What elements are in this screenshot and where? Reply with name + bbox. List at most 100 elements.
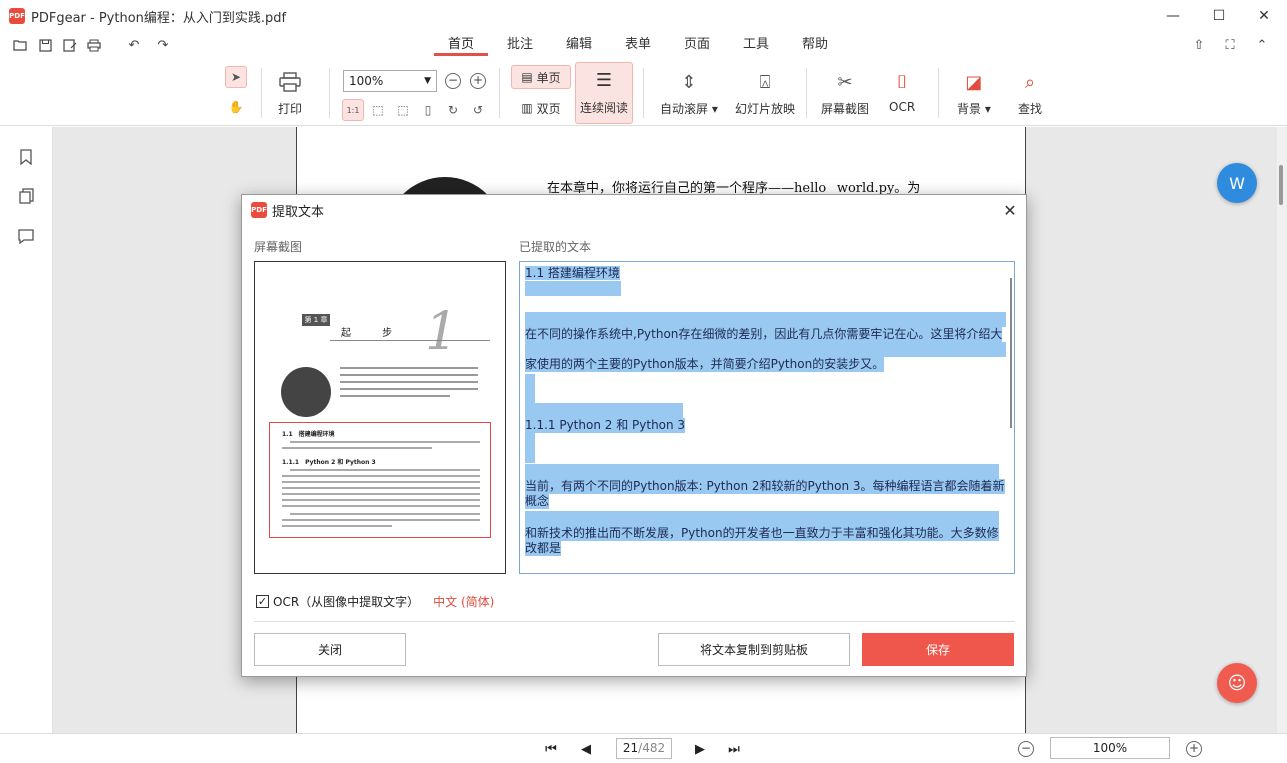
print-quick-icon[interactable] bbox=[85, 36, 103, 54]
chevron-down-icon: ▼ bbox=[424, 76, 431, 86]
ocr-language-link[interactable]: 中文 (简体) bbox=[433, 593, 494, 610]
rotate-clockwise-icon[interactable]: ↻ bbox=[442, 99, 464, 121]
find-icon: ⌕ bbox=[1024, 71, 1036, 93]
menu-bar: ↶ ↷ 首页 批注 编辑 表单 页面 工具 帮助 ⇧ ⛶ ⌃ bbox=[0, 32, 1287, 58]
page-number-input[interactable]: 21/482 bbox=[616, 738, 672, 759]
extracted-text-area[interactable]: 1.1 搭建编程环境 在不同的操作系统中,Python存在细微的差别，因此有几点… bbox=[519, 261, 1015, 574]
minimize-button[interactable]: — bbox=[1150, 0, 1196, 32]
ribbon-toolbar: ➤ ✋ 打印 100% ▼ − + 1:1 ⬚ ⬚ ▯ ↻ ↺ ▤ 单页 ▥ 双页 … bbox=[0, 58, 1287, 126]
print-label: 打印 bbox=[278, 102, 303, 116]
extracted-line: 1.1 搭建编程环境 bbox=[525, 266, 620, 280]
auto-scroll-label: 自动滚屏 bbox=[660, 102, 709, 116]
zoom-in-icon[interactable]: + bbox=[1186, 741, 1202, 757]
extracted-line: 在不同的操作系统中,Python存在细微的差别，因此有几点你需要牢记在心。这里将… bbox=[525, 327, 1003, 342]
tab-page[interactable]: 页面 bbox=[680, 34, 714, 56]
tab-form[interactable]: 表单 bbox=[621, 34, 655, 56]
separator bbox=[499, 68, 500, 118]
separator bbox=[643, 68, 644, 118]
actual-size-icon[interactable]: 1:1 bbox=[342, 99, 364, 121]
scrollbar-thumb[interactable] bbox=[1279, 165, 1283, 205]
zoom-out-icon[interactable]: − bbox=[445, 73, 461, 89]
zoom-select[interactable]: 100% ▼ bbox=[343, 70, 437, 92]
fit-height-icon[interactable]: ▯ bbox=[417, 99, 439, 121]
ocr-button[interactable]: ⌷ OCR bbox=[889, 70, 915, 115]
mini-chapter-tag: 第 1 章 bbox=[302, 314, 330, 326]
slideshow-button[interactable]: ⍓ 幻灯片放映 bbox=[735, 70, 795, 117]
mini-intro-text bbox=[340, 367, 478, 402]
auto-scroll-button[interactable]: ⇕ 自动滚屏 ▾ bbox=[660, 70, 718, 117]
dialog-title: 提取文本 bbox=[272, 204, 325, 220]
comments-icon[interactable] bbox=[17, 227, 35, 245]
separator bbox=[938, 68, 939, 118]
slideshow-icon: ⍓ bbox=[759, 71, 771, 93]
zoom-level-input[interactable]: 100% bbox=[1050, 737, 1170, 759]
collapse-ribbon-icon[interactable]: ⌃ bbox=[1253, 36, 1271, 54]
extracted-line: 家使用的两个主要的Python版本，并简要介绍Python的安装步又。 bbox=[525, 357, 885, 372]
fullscreen-icon[interactable]: ⛶ bbox=[1221, 36, 1239, 54]
screenshot-button[interactable]: ✂ 屏幕截图 bbox=[821, 70, 869, 117]
save-as-icon[interactable] bbox=[61, 36, 79, 54]
previous-page-icon[interactable]: ◀ bbox=[576, 739, 596, 759]
single-page-button[interactable]: ▤ 单页 bbox=[511, 65, 571, 89]
share-icon[interactable]: ⇧ bbox=[1188, 36, 1210, 54]
document-scrollbar[interactable] bbox=[1277, 127, 1287, 733]
rotate-counterclockwise-icon[interactable]: ↺ bbox=[467, 99, 489, 121]
tab-annotate[interactable]: 批注 bbox=[503, 34, 537, 56]
tab-tools[interactable]: 工具 bbox=[739, 34, 773, 56]
continuous-reading-button[interactable]: ☰ 连续阅读 bbox=[575, 62, 633, 124]
single-page-icon: ▤ bbox=[521, 70, 533, 84]
redo-icon[interactable]: ↷ bbox=[154, 36, 172, 54]
first-page-icon[interactable]: ⏮ bbox=[541, 739, 561, 759]
maximize-button[interactable]: ☐ bbox=[1196, 0, 1242, 32]
extract-text-dialog: PDF 提取文本 ✕ 屏幕截图 已提取的文本 第 1 章 起 步 1 1.1 搭… bbox=[241, 194, 1027, 677]
mini-chapter-title: 起 步 bbox=[341, 328, 407, 339]
close-icon[interactable]: ✕ bbox=[1000, 200, 1020, 220]
tab-home[interactable]: 首页 bbox=[434, 34, 488, 56]
hand-tool-icon[interactable]: ✋ bbox=[225, 96, 247, 118]
ai-assistant-icon[interactable]: ☺ bbox=[1217, 663, 1257, 703]
zoom-out-icon[interactable]: − bbox=[1018, 741, 1034, 757]
save-icon[interactable] bbox=[36, 36, 54, 54]
extracted-line: 和新技术的推出而不断发展，Python的开发者也一直致力于丰富和强化其功能。大多… bbox=[525, 526, 999, 541]
save-button[interactable]: 保存 bbox=[862, 633, 1014, 666]
next-page-icon[interactable]: ▶ bbox=[690, 739, 710, 759]
background-button[interactable]: ◪ 背景 ▾ bbox=[957, 70, 991, 117]
open-folder-icon[interactable] bbox=[11, 36, 29, 54]
zoom-in-icon[interactable]: + bbox=[470, 73, 486, 89]
extracted-line: 改都是 bbox=[525, 541, 562, 556]
ocr-option: ✓ OCR（从图像中提取文字） 中文 (简体) bbox=[256, 593, 494, 610]
text-area-scrollbar[interactable] bbox=[1010, 278, 1012, 428]
copy-to-clipboard-button[interactable]: 将文本复制到剪贴板 bbox=[658, 633, 850, 666]
ocr-checkbox[interactable]: ✓ bbox=[256, 595, 269, 608]
find-button[interactable]: ⌕ 查找 bbox=[1018, 70, 1042, 117]
thumbnails-icon[interactable] bbox=[17, 187, 35, 205]
window-title: PDFgear - Python编程：从入门到实践.pdf bbox=[31, 10, 287, 26]
close-window-button[interactable]: ✕ bbox=[1241, 0, 1287, 32]
tab-help[interactable]: 帮助 bbox=[798, 34, 832, 56]
undo-icon[interactable]: ↶ bbox=[125, 36, 143, 54]
zoom-select-value: 100% bbox=[349, 74, 384, 88]
fit-width-icon[interactable]: ⬚ bbox=[392, 99, 414, 121]
convert-to-word-icon[interactable]: W bbox=[1217, 163, 1257, 203]
separator bbox=[806, 68, 807, 118]
pdfgear-logo-icon: PDF bbox=[251, 202, 267, 218]
screenshot-label: 屏幕截图 bbox=[821, 102, 870, 116]
print-button[interactable]: 打印 bbox=[278, 70, 302, 117]
double-page-label: 双页 bbox=[536, 101, 561, 116]
selection-rectangle: 1.1 搭建编程环境 1.1.1 Python 2 和 Python 3 bbox=[269, 422, 491, 538]
double-page-button[interactable]: ▥ 双页 bbox=[513, 96, 569, 120]
continuous-reading-label: 连续阅读 bbox=[579, 101, 628, 115]
current-page: 21 bbox=[622, 741, 639, 755]
tab-edit[interactable]: 编辑 bbox=[562, 34, 596, 56]
bookmark-icon[interactable] bbox=[17, 148, 35, 166]
fit-page-icon[interactable]: ⬚ bbox=[367, 99, 389, 121]
mini-rule bbox=[330, 340, 490, 341]
background-label: 背景 bbox=[957, 102, 982, 116]
total-pages: /482 bbox=[638, 741, 666, 755]
separator bbox=[329, 68, 330, 118]
select-tool-icon[interactable]: ➤ bbox=[225, 66, 247, 88]
ocr-option-label: OCR（从图像中提取文字） bbox=[273, 595, 420, 609]
close-button[interactable]: 关闭 bbox=[254, 633, 406, 666]
last-page-icon[interactable]: ⏭ bbox=[724, 739, 744, 759]
slideshow-label: 幻灯片放映 bbox=[735, 102, 796, 116]
